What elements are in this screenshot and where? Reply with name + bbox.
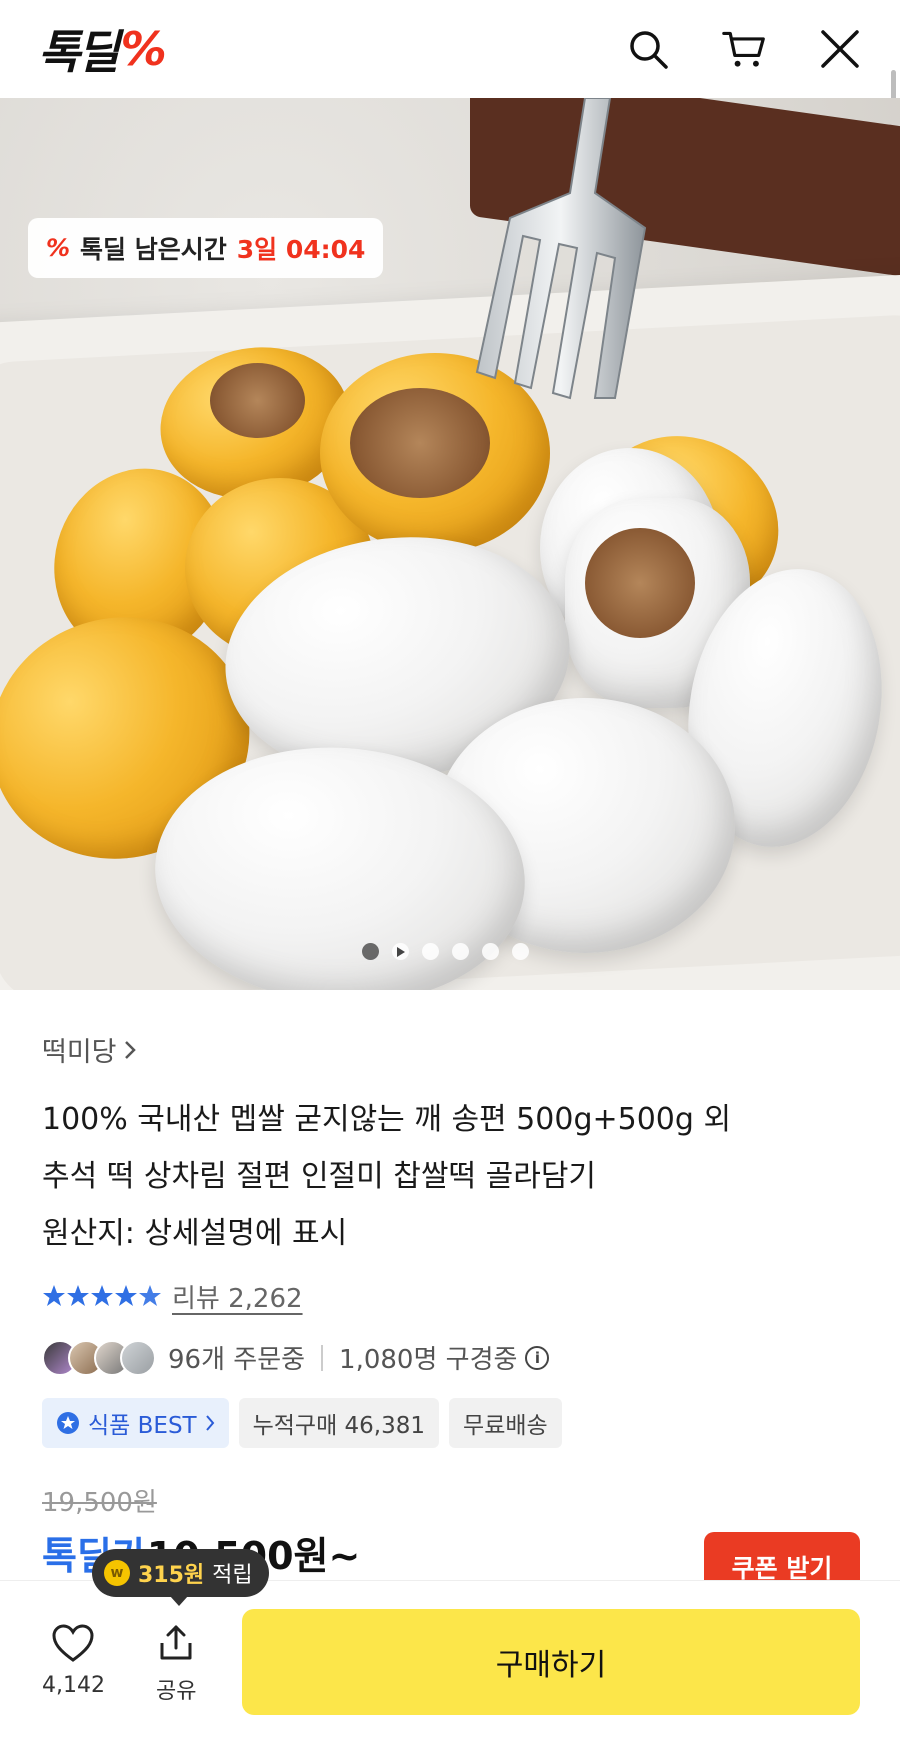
carousel-dot-6[interactable] bbox=[512, 943, 529, 960]
brand-link[interactable]: 떡미당 bbox=[42, 1030, 862, 1069]
star-rating bbox=[42, 1284, 162, 1310]
carousel-indicators bbox=[362, 943, 529, 960]
heart-icon bbox=[52, 1624, 94, 1662]
product-title: 100% 국내산 멥쌀 굳지않는 깨 송편 500g+500g 외 추석 떡 상… bbox=[42, 1091, 862, 1262]
chevron-right-icon bbox=[205, 1415, 214, 1431]
carousel-dot-3[interactable] bbox=[422, 943, 439, 960]
title-line-3: 원산지: 상세설명에 표시 bbox=[42, 1216, 348, 1251]
points-tooltip: w 315원 적립 bbox=[92, 1549, 269, 1606]
songpyeon-filling bbox=[585, 528, 695, 638]
review-count-link[interactable]: 리뷰 2,262 bbox=[172, 1278, 303, 1315]
orders-count: 96개 주문중 bbox=[168, 1345, 306, 1375]
share-button[interactable]: 공유 bbox=[156, 1623, 196, 1705]
like-count: 4,142 bbox=[42, 1673, 105, 1698]
carousel-dot-1[interactable] bbox=[362, 943, 379, 960]
share-label: 공유 bbox=[156, 1679, 197, 1704]
cart-icon[interactable] bbox=[722, 27, 766, 71]
product-info: 떡미당 100% 국내산 멥쌀 굳지않는 깨 송편 500g+500g 외 추석… bbox=[42, 1030, 862, 1580]
play-icon bbox=[397, 946, 405, 957]
timer-value: 3일 04:04 bbox=[236, 235, 366, 264]
timer-label: 톡딜 남은시간 bbox=[80, 235, 227, 264]
divider bbox=[321, 1344, 324, 1371]
best-seal-icon bbox=[57, 1412, 79, 1434]
songpyeon-filling bbox=[210, 363, 305, 438]
chevron-right-icon bbox=[124, 1040, 136, 1059]
search-icon[interactable] bbox=[626, 27, 670, 71]
rating-row: 리뷰 2,262 bbox=[42, 1278, 862, 1315]
carousel-video-dot[interactable] bbox=[392, 943, 409, 960]
product-image-carousel[interactable]: % 톡딜 남은시간 3일 04:04 bbox=[0, 98, 900, 990]
social-proof-row: 96개 주문중 1,080명 구경중 i bbox=[42, 1339, 862, 1376]
share-icon bbox=[160, 1625, 192, 1660]
brand-name: 떡미당 bbox=[42, 1037, 117, 1068]
fork-decoration bbox=[475, 98, 647, 400]
top-header: 톡딜 % bbox=[0, 0, 900, 98]
bottom-action-bar: 4,142 공유 구매하기 bbox=[0, 1580, 900, 1741]
deal-timer-badge: % 톡딜 남은시간 3일 04:04 bbox=[28, 218, 384, 278]
header-actions bbox=[626, 27, 862, 71]
like-button[interactable]: 4,142 bbox=[42, 1623, 105, 1698]
deal-percent-icon: % bbox=[46, 234, 71, 262]
points-amount: 315원 bbox=[138, 1563, 205, 1588]
logo-percent-mark: % bbox=[120, 22, 167, 76]
original-price: 19,500원 bbox=[42, 1488, 157, 1518]
title-line-2: 추석 떡 상차림 절편 인절미 찹쌀떡 골라담기 bbox=[42, 1159, 597, 1194]
info-icon[interactable]: i bbox=[525, 1345, 550, 1370]
badge-row: 식품 BEST 누적구매 46,381 무료배송 bbox=[42, 1398, 862, 1448]
cumulative-purchase-badge: 누적구매 46,381 bbox=[238, 1398, 440, 1448]
talkdeal-logo[interactable]: 톡딜 % bbox=[38, 16, 167, 82]
logo-text: 톡딜 bbox=[38, 25, 120, 79]
avatar bbox=[120, 1339, 156, 1376]
title-line-1: 100% 국내산 멥쌀 굳지않는 깨 송편 500g+500g 외 bbox=[42, 1102, 732, 1137]
viewers-count: 1,080명 구경중 bbox=[339, 1345, 518, 1375]
food-best-badge[interactable]: 식품 BEST bbox=[42, 1398, 229, 1448]
coin-icon: w bbox=[104, 1560, 130, 1586]
close-icon[interactable] bbox=[818, 27, 862, 71]
points-label: 적립 bbox=[212, 1563, 253, 1588]
buy-button[interactable]: 구매하기 bbox=[242, 1609, 860, 1715]
best-badge-label: 식품 BEST bbox=[88, 1413, 197, 1439]
free-shipping-badge: 무료배송 bbox=[449, 1398, 562, 1448]
carousel-dot-5[interactable] bbox=[482, 943, 499, 960]
carousel-dot-4[interactable] bbox=[452, 943, 469, 960]
buyer-avatars bbox=[42, 1339, 156, 1376]
